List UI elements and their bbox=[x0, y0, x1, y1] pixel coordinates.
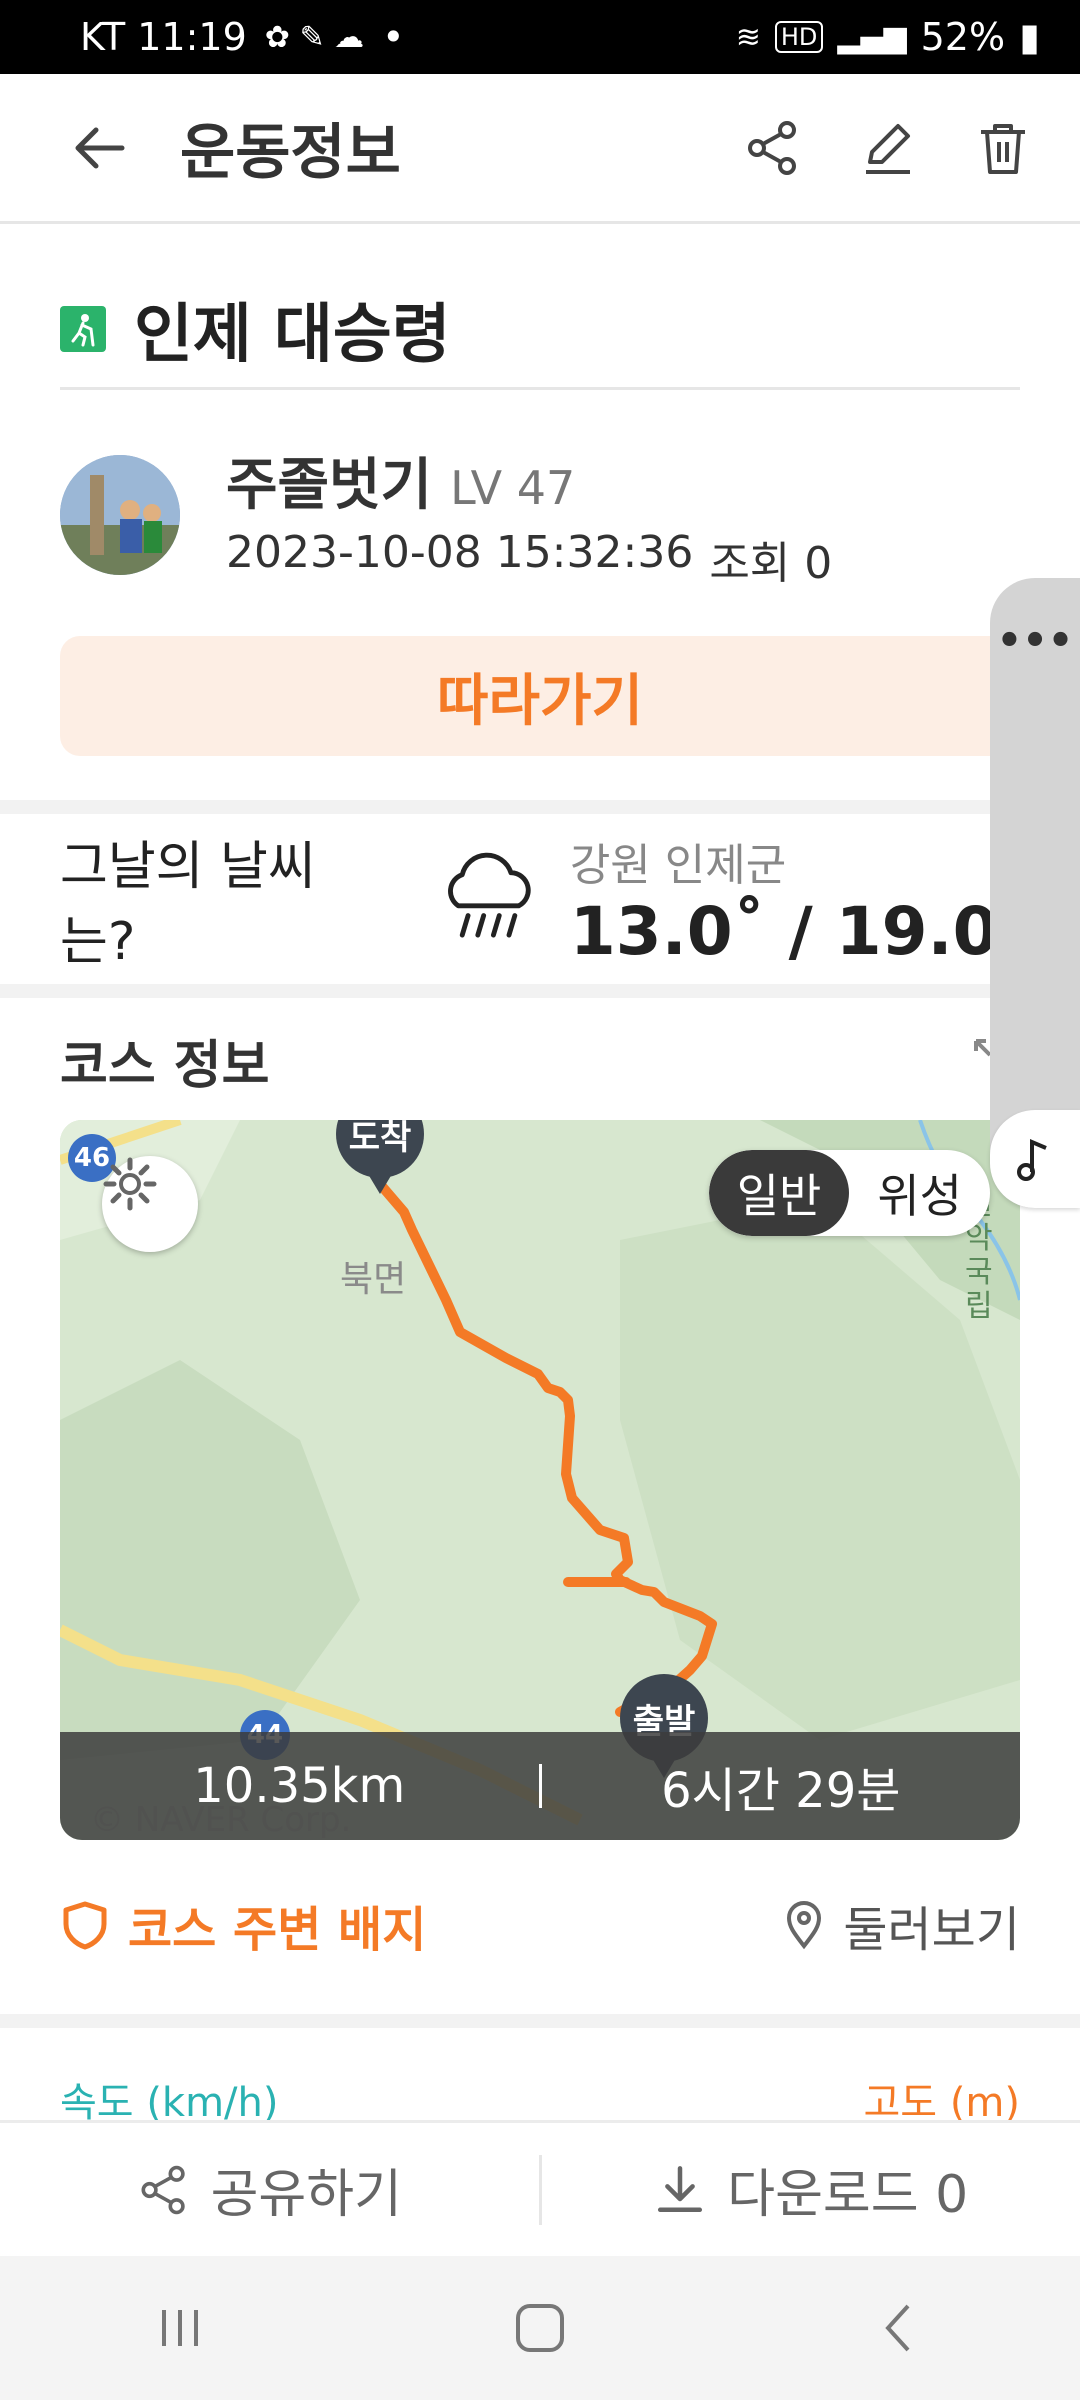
weather-label: 그날의 날씨는? bbox=[60, 837, 316, 972]
course-title: 인제 대승령 bbox=[134, 297, 451, 372]
delete-button[interactable] bbox=[965, 110, 1040, 185]
edit-button[interactable] bbox=[850, 110, 925, 185]
map-type-toggle: 일반 위성 bbox=[708, 1150, 990, 1236]
recent-apps-icon[interactable] bbox=[150, 2298, 210, 2358]
map-copyright: © NAVER Corp. bbox=[90, 1800, 352, 1840]
share-action-label: 공유하기 bbox=[210, 2165, 402, 2225]
look-around-label: 둘러보기 bbox=[843, 1902, 1020, 1958]
signal-icon: ▂▄▆ bbox=[837, 19, 907, 55]
share-icon bbox=[141, 2165, 185, 2214]
weather-row: 그날의 날씨는? 강원 인제군 13.0˚ / 19.0˚C bbox=[0, 818, 1080, 980]
share-button[interactable] bbox=[735, 110, 810, 185]
username[interactable]: 주졸벗기 bbox=[226, 440, 432, 521]
section-divider bbox=[0, 800, 1080, 814]
place-label-north: 북면 bbox=[340, 1259, 407, 1300]
notification-icons: ✿ ✎ ☁ bbox=[264, 19, 365, 55]
back-nav-icon[interactable] bbox=[870, 2298, 930, 2358]
post-datetime: 2023-10-08 15:32:36 bbox=[226, 526, 694, 578]
music-button[interactable] bbox=[990, 1110, 1080, 1208]
edit-icon bbox=[865, 123, 910, 174]
course-badge-link[interactable]: 코스 주변 배지 bbox=[128, 1890, 426, 1960]
bottom-action-bar: 공유하기 다운로드 0 bbox=[0, 2120, 1080, 2256]
shield-icon bbox=[63, 1901, 107, 1950]
status-bar: KT 11:19 ✿ ✎ ☁ • ≋ HD ▂▄▆ 52% ▮ bbox=[0, 0, 1080, 74]
view-count: 조회 0 bbox=[709, 537, 833, 589]
battery-icon: ▮ bbox=[1019, 15, 1040, 59]
status-dot: • bbox=[382, 15, 405, 59]
share-action-button[interactable]: 공유하기 bbox=[0, 2152, 539, 2227]
badge-row: 코스 주변 배지 둘러보기 bbox=[60, 1880, 1020, 1970]
back-arrow-icon bbox=[75, 127, 125, 168]
hd-icon: HD bbox=[774, 21, 824, 53]
rain-cloud-icon bbox=[447, 852, 531, 938]
section-divider bbox=[0, 984, 1080, 998]
download-action-button[interactable]: 다운로드 0 bbox=[542, 2152, 1080, 2227]
more-icon[interactable]: ••• bbox=[990, 618, 1080, 664]
course-map[interactable]: 46 북면 설악 국립 44 도착 출발 일반 위성 10.35km 6시간 2… bbox=[60, 1120, 1020, 1840]
home-icon[interactable] bbox=[510, 2298, 570, 2358]
map-type-satellite[interactable]: 위성 bbox=[849, 1150, 990, 1236]
user-level: LV 47 bbox=[450, 460, 576, 515]
trash-icon bbox=[980, 123, 1025, 174]
course-title-row: 인제 대승령 bbox=[60, 270, 1020, 390]
section-divider bbox=[0, 2014, 1080, 2028]
gear-icon bbox=[103, 1157, 157, 1211]
download-action-label: 다운로드 0 bbox=[727, 2165, 969, 2225]
wifi-icon: ≋ bbox=[735, 19, 761, 55]
course-info-title: 코스 정보 bbox=[60, 1035, 270, 1096]
location-pin-icon bbox=[787, 1901, 822, 1950]
map-settings-button[interactable] bbox=[102, 1156, 198, 1252]
follow-button[interactable]: 따라가기 bbox=[60, 636, 1020, 756]
share-icon bbox=[747, 120, 796, 175]
avatar[interactable] bbox=[60, 455, 180, 575]
carrier-time: KT 11:19 bbox=[80, 15, 247, 59]
app-header: 운동정보 bbox=[0, 74, 1080, 224]
download-icon bbox=[658, 2165, 703, 2212]
back-button[interactable] bbox=[60, 108, 140, 188]
battery-percent: 52% bbox=[920, 15, 1006, 59]
music-note-icon bbox=[1017, 1138, 1047, 1181]
map-type-normal[interactable]: 일반 bbox=[708, 1150, 850, 1236]
system-nav-bar bbox=[0, 2256, 1080, 2400]
page-title: 운동정보 bbox=[180, 118, 401, 188]
look-around-button[interactable]: 둘러보기 bbox=[779, 1890, 1020, 1960]
course-info-header: 코스 정보 bbox=[60, 1020, 1020, 1100]
user-row: 주졸벗기 LV 47 2023-10-08 15:32:36 조회 0 bbox=[60, 450, 1020, 589]
hiking-icon bbox=[60, 305, 106, 352]
duration-value: 6시간 29분 bbox=[661, 1763, 901, 1819]
